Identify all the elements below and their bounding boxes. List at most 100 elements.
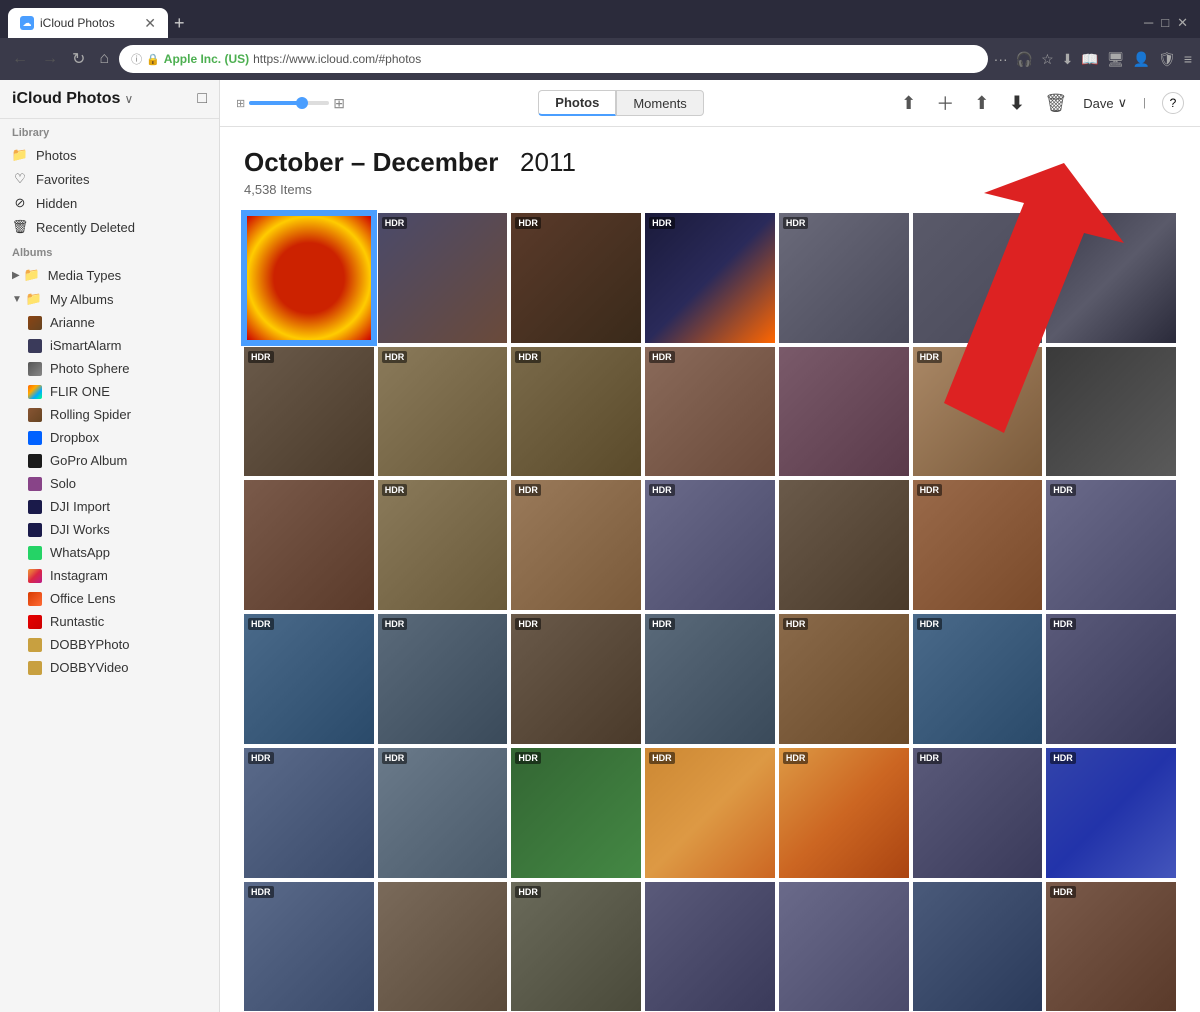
sidebar-item-rolling[interactable]: Rolling Spider bbox=[0, 403, 219, 426]
hdr-badge: HDR bbox=[515, 484, 541, 496]
minimize-btn[interactable]: ─ bbox=[1144, 15, 1153, 31]
shield-icon[interactable]: 🛡 bbox=[1158, 51, 1176, 68]
sidebar-item-officelens[interactable]: Office Lens bbox=[0, 587, 219, 610]
sidebar-item-gopro[interactable]: GoPro Album bbox=[0, 449, 219, 472]
bookmark-star[interactable]: ☆ bbox=[1041, 51, 1054, 68]
photo-cell[interactable]: HDR bbox=[378, 614, 508, 744]
photo-cell[interactable] bbox=[779, 347, 909, 477]
home-btn[interactable]: ⌂ bbox=[95, 48, 113, 70]
back-btn[interactable]: ← bbox=[8, 48, 32, 70]
user-menu[interactable]: Dave ∨ bbox=[1083, 95, 1127, 111]
sidebar-item-runtastic[interactable]: Runtastic bbox=[0, 610, 219, 633]
photo-cell[interactable]: HDR bbox=[1046, 480, 1176, 610]
forward-btn[interactable]: → bbox=[38, 48, 62, 70]
size-slider[interactable]: ⊞ ⊞ bbox=[236, 95, 345, 112]
menu-icon[interactable]: ≡ bbox=[1184, 51, 1192, 67]
photo-cell[interactable] bbox=[1046, 347, 1176, 477]
sidebar-item-dji-import[interactable]: DJI Import bbox=[0, 495, 219, 518]
tab-close-btn[interactable]: ✕ bbox=[144, 15, 156, 32]
sidebar-item-my-albums[interactable]: ▼ 📁 My Albums bbox=[0, 287, 219, 311]
download-icon[interactable]: ⬇ bbox=[1062, 51, 1074, 68]
sidebar-item-dobby-video[interactable]: DOBBYVideo bbox=[0, 656, 219, 679]
sidebar-item-dji-works[interactable]: DJI Works bbox=[0, 518, 219, 541]
maximize-btn[interactable]: □ bbox=[1161, 15, 1169, 31]
sidebar-item-ismrt[interactable]: iSmartAlarm bbox=[0, 334, 219, 357]
sidebar-item-solo[interactable]: Solo bbox=[0, 472, 219, 495]
more-btn[interactable]: ··· bbox=[994, 51, 1008, 67]
photo-cell[interactable]: HDR bbox=[511, 882, 641, 1012]
photo-cell[interactable]: HDR bbox=[378, 213, 508, 343]
photo-cell[interactable]: HDR bbox=[378, 480, 508, 610]
account-icon[interactable]: 👤 bbox=[1133, 51, 1150, 68]
share-btn[interactable]: ⬆ bbox=[970, 91, 993, 116]
photo-cell[interactable]: HDR bbox=[645, 213, 775, 343]
sidebar-item-flir[interactable]: FLIR ONE bbox=[0, 380, 219, 403]
photo-cell[interactable]: HDR bbox=[645, 480, 775, 610]
close-btn[interactable]: ✕ bbox=[1177, 15, 1188, 31]
photo-cell[interactable] bbox=[779, 882, 909, 1012]
active-tab[interactable]: ☁ iCloud Photos ✕ bbox=[8, 8, 168, 38]
photo-cell[interactable]: HDR bbox=[1046, 882, 1176, 1012]
photo-cell[interactable] bbox=[779, 480, 909, 610]
photos-tab[interactable]: Photos bbox=[538, 90, 616, 116]
photo-cell[interactable]: HDR bbox=[1046, 614, 1176, 744]
photo-cell[interactable]: HDR bbox=[779, 614, 909, 744]
sidebar-item-media-types[interactable]: ▶ 📁 Media Types bbox=[0, 263, 219, 287]
photo-cell[interactable]: HDR bbox=[913, 614, 1043, 744]
photo-cell[interactable]: HDR bbox=[1046, 213, 1176, 343]
photo-cell[interactable]: HDR bbox=[645, 614, 775, 744]
photo-cell[interactable] bbox=[378, 882, 508, 1012]
photo-cell[interactable]: HDR bbox=[779, 748, 909, 878]
download-btn[interactable]: ⬇ bbox=[1005, 91, 1028, 116]
upload-btn[interactable]: ⬆ bbox=[897, 91, 920, 116]
sidebar-item-dobby-photo[interactable]: DOBBYPhoto bbox=[0, 633, 219, 656]
sidebar-item-arianne[interactable]: Arianne bbox=[0, 311, 219, 334]
refresh-btn[interactable]: ↻ bbox=[68, 47, 89, 71]
delete-btn[interactable]: 🗑 bbox=[1040, 91, 1071, 116]
address-bar[interactable]: ⓘ 🔒 Apple Inc. (US) https://www.icloud.c… bbox=[119, 45, 988, 73]
new-tab-button[interactable]: + bbox=[174, 13, 185, 34]
photo-cell[interactable]: HDR bbox=[913, 748, 1043, 878]
sidebar-item-whatsapp[interactable]: WhatsApp bbox=[0, 541, 219, 564]
gopro-label: GoPro Album bbox=[50, 453, 127, 468]
sidebar-toggle[interactable]: □ bbox=[197, 90, 207, 108]
sidebar-item-hidden[interactable]: ⊘ Hidden bbox=[0, 191, 219, 215]
photo-cell[interactable] bbox=[913, 882, 1043, 1012]
photo-cell[interactable]: HDR bbox=[511, 213, 641, 343]
photo-cell[interactable] bbox=[913, 213, 1043, 343]
reader-icon[interactable]: 📖 bbox=[1081, 51, 1098, 68]
sidebar-item-favorites[interactable]: ♡ Favorites bbox=[0, 167, 219, 191]
photo-cell[interactable]: HDR bbox=[511, 614, 641, 744]
help-button[interactable]: ? bbox=[1162, 92, 1184, 114]
photo-cell[interactable] bbox=[244, 480, 374, 610]
photo-cell[interactable]: HDR bbox=[378, 748, 508, 878]
slider-track[interactable] bbox=[249, 101, 329, 105]
sidebar-item-photosphere[interactable]: Photo Sphere bbox=[0, 357, 219, 380]
screen-icon[interactable]: 🖥 bbox=[1107, 51, 1125, 68]
separator: | bbox=[1143, 97, 1146, 109]
photo-cell[interactable]: HDR bbox=[511, 347, 641, 477]
add-btn[interactable]: ＋ bbox=[932, 88, 958, 118]
moments-tab[interactable]: Moments bbox=[616, 90, 703, 116]
photo-cell[interactable]: HDR bbox=[244, 614, 374, 744]
photo-cell[interactable]: HDR bbox=[913, 480, 1043, 610]
photo-cell[interactable]: HDR bbox=[645, 347, 775, 477]
photo-cell[interactable] bbox=[244, 213, 374, 343]
sidebar-item-instagram[interactable]: Instagram bbox=[0, 564, 219, 587]
photo-cell[interactable] bbox=[645, 882, 775, 1012]
sidebar-item-recently-deleted[interactable]: 🗑 Recently Deleted bbox=[0, 215, 219, 239]
photo-cell[interactable]: HDR bbox=[511, 748, 641, 878]
photo-cell[interactable]: HDR bbox=[1046, 748, 1176, 878]
photo-cell[interactable]: HDR bbox=[511, 480, 641, 610]
photo-cell[interactable]: HDR bbox=[244, 748, 374, 878]
sidebar-item-dropbox[interactable]: Dropbox bbox=[0, 426, 219, 449]
photo-cell[interactable]: HDR bbox=[378, 347, 508, 477]
photo-cell[interactable]: HDR bbox=[645, 748, 775, 878]
sidebar-item-photos[interactable]: 📁 Photos bbox=[0, 143, 219, 167]
photo-cell[interactable]: HDR bbox=[244, 882, 374, 1012]
photo-cell[interactable]: HDR bbox=[244, 347, 374, 477]
photo-cell[interactable]: HDR bbox=[779, 213, 909, 343]
pocket-icon[interactable]: 🎧 bbox=[1016, 51, 1033, 68]
photo-cell[interactable]: HDR bbox=[913, 347, 1043, 477]
app-title-arrow[interactable]: ∨ bbox=[124, 92, 133, 106]
